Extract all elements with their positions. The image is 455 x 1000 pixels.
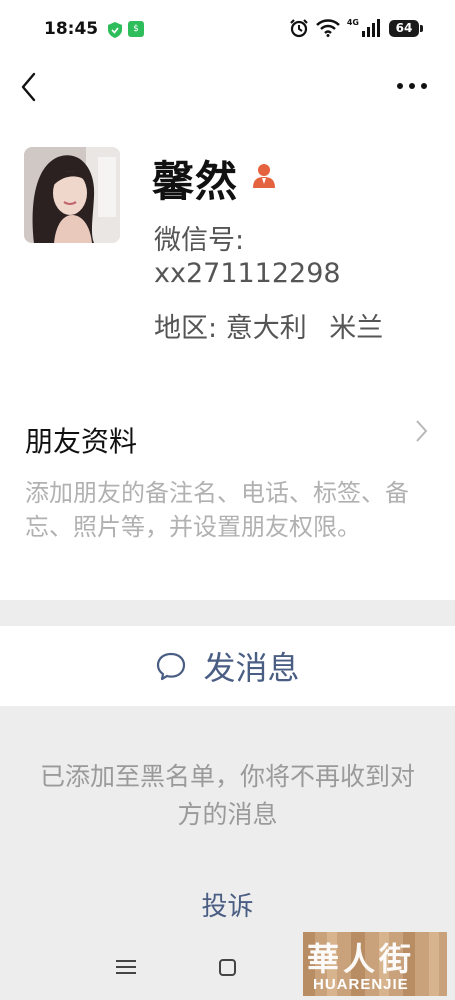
nav-menu-icon[interactable] bbox=[116, 959, 136, 975]
region-city: 米兰 bbox=[329, 313, 384, 344]
watermark-logo-text: 華人街 bbox=[307, 940, 416, 978]
friend-info-description: 添加朋友的备注名、电话、标签、备忘、照片等，并设置朋友权限。 bbox=[25, 479, 409, 541]
wechat-id-label: 微信号: bbox=[154, 225, 245, 256]
network-type: 4G bbox=[346, 17, 359, 27]
shield-icon bbox=[108, 22, 122, 38]
chevron-left-icon[interactable] bbox=[18, 70, 44, 104]
system-icons: 4G 64 bbox=[289, 17, 423, 38]
blacklist-area: 已添加至黑名单，你将不再收到对方的消息 投诉 華人街 HUARENJIE bbox=[0, 706, 455, 1000]
watermark-latin-text: HUARENJIE bbox=[313, 976, 409, 993]
region-label: 地区: bbox=[154, 313, 218, 344]
signal-icon bbox=[362, 19, 380, 37]
region-line: 地区: 意大利 米兰 bbox=[154, 306, 383, 345]
watermark-logo: 華人街 HUARENJIE bbox=[303, 932, 447, 996]
profile-nickname: 馨然 bbox=[152, 157, 239, 206]
avatar[interactable] bbox=[24, 147, 120, 243]
wechat-id-value: xx271112298 bbox=[154, 258, 341, 289]
status-bar: 18:45 $ 4G 64 bbox=[0, 0, 455, 60]
more-dots-icon[interactable] bbox=[395, 74, 429, 98]
app-notification-icon: $ bbox=[128, 21, 144, 37]
user-badge-icon bbox=[253, 164, 275, 188]
chevron-right-icon[interactable] bbox=[415, 418, 429, 444]
send-message-button[interactable]: 发消息 bbox=[0, 626, 455, 706]
section-divider bbox=[0, 600, 455, 626]
alarm-icon bbox=[290, 19, 308, 38]
region-country: 意大利 bbox=[225, 313, 307, 344]
top-nav bbox=[0, 60, 455, 114]
friend-info-title[interactable]: 朋友资料 bbox=[25, 420, 137, 460]
blacklist-notice: 已添加至黑名单，你将不再收到对方的消息 bbox=[39, 762, 415, 829]
send-message-label: 发消息 bbox=[203, 649, 300, 687]
report-link[interactable]: 投诉 bbox=[0, 886, 455, 923]
battery-indicator: 64 bbox=[389, 19, 423, 37]
chat-bubble-icon bbox=[157, 652, 186, 681]
status-time: 18:45 bbox=[44, 19, 99, 39]
nav-home-icon[interactable] bbox=[219, 959, 236, 976]
wifi-icon bbox=[316, 19, 340, 37]
